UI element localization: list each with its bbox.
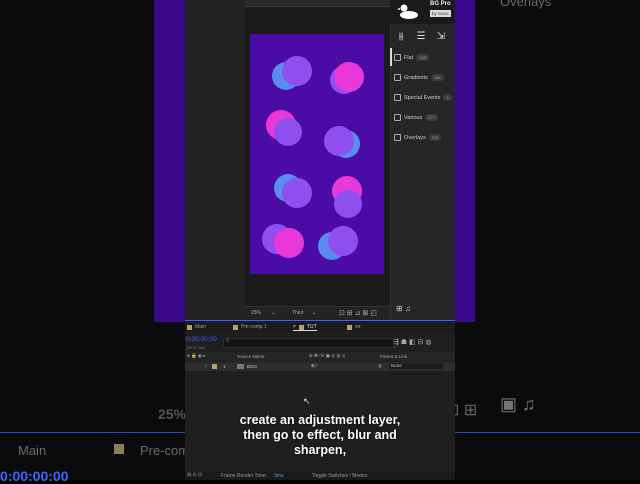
parent-select[interactable]: None xyxy=(389,363,443,369)
dot xyxy=(274,228,304,258)
viewer-header xyxy=(245,0,390,7)
timeline-tabs: Main Pre-comp 1 × TUT ee xyxy=(185,321,455,333)
export-icon[interactable]: ⇲ xyxy=(435,31,447,43)
tab-ee[interactable]: ee xyxy=(347,324,361,330)
resolution-chevron-icon[interactable]: ⌄ xyxy=(312,310,316,316)
layer-name[interactable]: BGG xyxy=(247,364,257,369)
zoom-chevron-icon[interactable]: ⌄ xyxy=(271,310,275,316)
background-canvas-left xyxy=(154,0,185,322)
dot xyxy=(282,56,312,86)
expand-icon[interactable]: › xyxy=(205,363,207,368)
timeline-columns: ● 🔒 ◉ ⬧ Source Name ⊕ ✱ ⁄ fx ▣ ◎ ◍ ⊙ Par… xyxy=(185,352,455,361)
fps-label: (29.97 fps) xyxy=(186,345,206,350)
status-bar: ⊞ ⊙ ⊡ Frame Render Time: 3ms Toggle Swit… xyxy=(185,471,455,480)
background-tab-main: Main xyxy=(18,443,47,458)
comp-icon xyxy=(187,324,192,330)
dot xyxy=(282,178,312,208)
dot xyxy=(328,226,358,256)
timeline-tool-icons[interactable]: ⇶ ☗ ◧ ⊟ ◍ xyxy=(393,338,432,346)
composition-canvas[interactable] xyxy=(250,34,384,274)
panel-footer-icons[interactable]: ⊞ ♫ xyxy=(396,304,411,313)
zoom-select[interactable]: 25% xyxy=(251,310,261,316)
category-flat[interactable]: Flat 155 xyxy=(394,54,429,61)
comp-icon xyxy=(298,324,304,330)
av-switch-icons: ● 🔒 ◉ ⬧ xyxy=(187,353,206,358)
caption-line-2: then go to effect, blur and xyxy=(243,428,397,442)
comp-icon xyxy=(347,324,352,330)
search-icon: ⌕ xyxy=(226,338,230,344)
background-zoom: 25% xyxy=(158,406,187,422)
render-time-value: 3ms xyxy=(274,473,284,479)
category-overlays[interactable]: Overlays 233 xyxy=(394,134,442,141)
viewer-toolbar: 25% ⌄ Third ⌄ ⊡ ⊞ ⊿ ⊠ ◰ xyxy=(245,306,390,321)
duck-logo-icon xyxy=(397,4,418,19)
background-canvas-right xyxy=(455,0,475,322)
viewer-toggle-icons[interactable]: ⊡ ⊞ ⊿ ⊠ ◰ xyxy=(339,309,377,317)
dot xyxy=(334,190,362,218)
layer-type-icon xyxy=(237,364,244,369)
timecode[interactable]: 0;00;00;00 xyxy=(186,336,217,343)
category-special-events[interactable]: Special Events 4 xyxy=(394,94,452,101)
mouse-cursor-icon: ↖ xyxy=(303,396,311,406)
project-panel xyxy=(185,0,246,320)
label-color[interactable] xyxy=(212,364,217,369)
layer-row[interactable]: › 1 BGG ⊕ ⁄ ◎ None xyxy=(185,362,455,371)
dot xyxy=(324,126,354,156)
layer-switch-icons[interactable]: ⊕ ⁄ xyxy=(311,363,317,369)
resolution-select[interactable]: Third xyxy=(292,310,303,316)
bg-pro-header: BG Pro by Sono xyxy=(390,0,455,24)
folder-icon xyxy=(394,74,401,81)
app-window: 25% ⌄ Third ⌄ ⊡ ⊞ ⊿ ⊠ ◰ BG Pro by Sono ⫵… xyxy=(185,0,455,480)
category-various[interactable]: Various 277 xyxy=(394,114,438,121)
dot xyxy=(334,62,364,92)
pickwhip-icon[interactable]: ◎ xyxy=(378,363,382,369)
folder-icon xyxy=(394,114,401,121)
tab-main[interactable]: Main xyxy=(187,324,206,330)
background-overlays-label: Overlays xyxy=(500,0,552,9)
tab-tut[interactable]: × TUT xyxy=(293,324,317,331)
timeline-search-input[interactable]: ⌕ xyxy=(223,338,395,348)
dot xyxy=(274,118,302,146)
folder-icon xyxy=(394,94,401,101)
source-name-header: Source Name xyxy=(237,354,265,359)
caption-line-1: create an adjustment layer, xyxy=(239,413,401,427)
status-icons[interactable]: ⊞ ⊙ ⊡ xyxy=(187,472,202,478)
background-tab-square xyxy=(114,444,124,454)
background-timecode: 0:00:00:00 xyxy=(0,468,69,484)
bg-pro-subtitle: by Sono xyxy=(430,10,451,17)
parent-link-header: Parent & Link xyxy=(380,354,408,359)
tab-precomp-1[interactable]: Pre-comp 1 xyxy=(233,324,267,330)
list-icon[interactable]: ☰ xyxy=(415,31,427,43)
close-icon[interactable]: × xyxy=(293,324,296,330)
toggle-switches-modes[interactable]: Toggle Switches / Modes xyxy=(312,473,367,479)
background-media-icons: ▣ ♫ xyxy=(500,394,536,414)
video-caption: create an adjustment layer, then go to e… xyxy=(195,413,445,458)
render-time-label: Frame Render Time: xyxy=(221,473,267,479)
category-gradients[interactable]: Gradients 185 xyxy=(394,74,444,81)
comp-icon xyxy=(233,324,238,330)
folder-icon xyxy=(394,134,401,141)
sliders-icon[interactable]: ⫵ xyxy=(395,31,407,43)
bg-pro-title: BG Pro xyxy=(430,1,451,7)
switch-icons: ⊕ ✱ ⁄ fx ▣ ◎ ◍ ⊙ xyxy=(309,353,346,358)
folder-icon xyxy=(394,54,401,61)
category-list: Flat 155 Gradients 185 Special Events 4 Var… xyxy=(390,54,455,154)
layer-index: 1 xyxy=(223,364,226,369)
bg-pro-panel xyxy=(390,0,455,320)
caption-line-3: sharpen, xyxy=(293,443,347,457)
